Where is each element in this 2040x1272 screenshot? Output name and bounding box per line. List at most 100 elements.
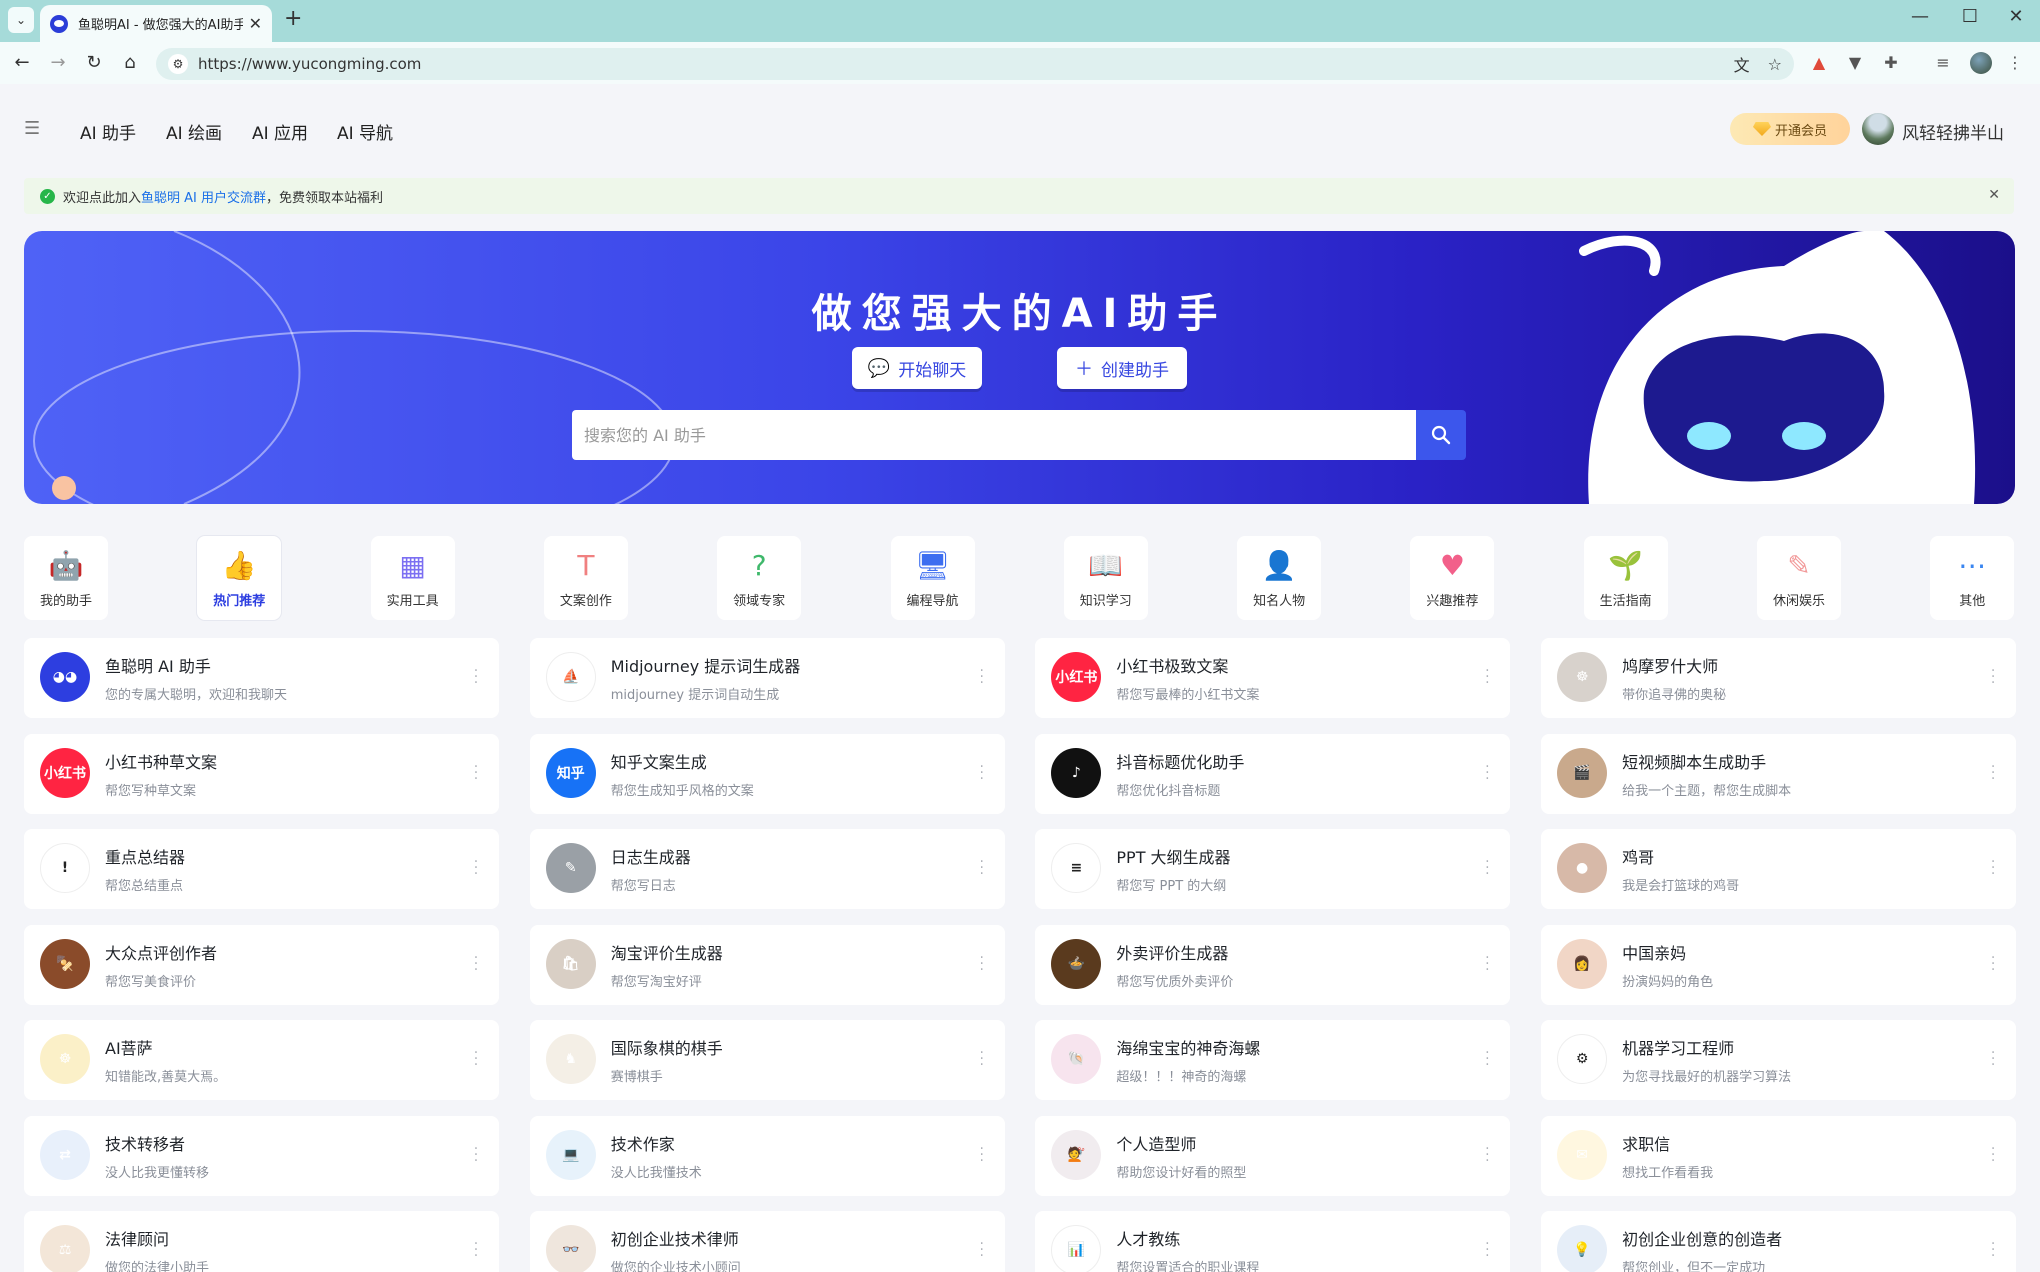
category-item[interactable]: 🌱 生活指南 — [1583, 536, 1668, 620]
more-options-icon[interactable]: · · · — [1484, 855, 1490, 881]
assistant-card[interactable]: ⛵ Midjourney 提示词生成器 midjourney 提示词自动生成 · · · — [529, 638, 1005, 718]
category-item[interactable]: ? 领域专家 — [717, 536, 802, 620]
back-icon[interactable]: ← — [10, 51, 34, 75]
more-options-icon[interactable]: · · · — [1990, 951, 1996, 977]
nav-ai-assistant[interactable]: AI 助手 — [80, 119, 136, 144]
window-close-icon[interactable]: ✕ — [1996, 6, 2036, 27]
assistant-card[interactable]: 💇 个人造型师 帮助您设计好看的照型 · · · — [1035, 1115, 1511, 1196]
category-item[interactable]: 👍 热门推荐 — [197, 536, 282, 620]
more-options-icon[interactable]: · · · — [1990, 1142, 1996, 1168]
more-options-icon[interactable]: · · · — [473, 1046, 479, 1072]
more-options-icon[interactable]: · · · — [1990, 1046, 1996, 1072]
minimize-icon[interactable]: — — [1900, 6, 1940, 27]
vip-button[interactable]: 开通会员 — [1730, 113, 1850, 145]
assistant-card[interactable]: 💻 技术作家 没人比我懂技术 · · · — [529, 1115, 1005, 1196]
more-options-icon[interactable]: · · · — [979, 1046, 985, 1072]
assistant-card[interactable]: ✉ 求职信 想找工作看看我 · · · — [1541, 1115, 2017, 1196]
start-chat-button[interactable]: 💬 开始聊天 — [852, 347, 982, 389]
more-options-icon[interactable]: · · · — [1990, 760, 1996, 786]
category-item[interactable]: 🖥 编程导航 — [890, 536, 975, 620]
more-options-icon[interactable]: · · · — [1484, 951, 1490, 977]
more-options-icon[interactable]: · · · — [1484, 1046, 1490, 1072]
tab-search-menu-icon[interactable]: ⌄ — [8, 7, 34, 33]
address-bar[interactable]: ⚙ https://www.yucongming.com 文 ☆ — [156, 48, 1794, 80]
assistant-card[interactable]: 🛍 淘宝评价生成器 帮您写淘宝好评 · · · — [529, 924, 1005, 1005]
assistant-card[interactable]: ☸ AI菩萨 知错能改,善莫大焉。 · · · — [24, 1020, 499, 1100]
tab-close-icon[interactable]: ✕ — [249, 14, 262, 33]
more-options-icon[interactable]: · · · — [473, 951, 479, 977]
extensions-puzzle-icon[interactable]: ✚ — [1880, 53, 1902, 72]
assistant-card[interactable]: 小红书 小红书极致文案 帮您写最棒的小红书文案 · · · — [1035, 638, 1511, 718]
more-options-icon[interactable]: · · · — [979, 855, 985, 881]
more-options-icon[interactable]: · · · — [473, 1142, 479, 1168]
reading-list-icon[interactable]: ≡ — [1932, 53, 1954, 72]
reload-icon[interactable]: ↻ — [82, 51, 106, 75]
browser-tab[interactable]: 鱼聪明AI - 做您强大的AI助手 ✕ — [40, 5, 272, 42]
more-options-icon[interactable]: · · · — [979, 664, 985, 690]
more-options-icon[interactable]: · · · — [473, 664, 479, 690]
more-options-icon[interactable]: · · · — [1484, 1142, 1490, 1168]
category-item[interactable]: 📖 知识学习 — [1063, 536, 1148, 620]
more-options-icon[interactable]: · · · — [979, 1142, 985, 1168]
category-item[interactable]: 👤 知名人物 — [1237, 536, 1322, 620]
category-item[interactable]: ▦ 实用工具 — [370, 536, 455, 620]
assistant-card[interactable]: ⚖ 法律顾问 做您的法律小助手 · · · — [24, 1211, 499, 1272]
assistant-card[interactable]: 👩 中国亲妈 扮演妈妈的角色 · · · — [1541, 924, 2017, 1005]
more-options-icon[interactable]: · · · — [473, 855, 479, 881]
notice-group-link[interactable]: 鱼聪明 AI 用户交流群 — [141, 187, 266, 206]
more-options-icon[interactable]: · · · — [1484, 760, 1490, 786]
user-avatar[interactable] — [1862, 113, 1894, 145]
more-options-icon[interactable]: · · · — [473, 760, 479, 786]
bookmark-star-icon[interactable]: ☆ — [1768, 55, 1782, 74]
url-text[interactable]: https://www.yucongming.com — [198, 55, 1716, 73]
more-options-icon[interactable]: · · · — [979, 760, 985, 786]
more-options-icon[interactable]: · · · — [979, 951, 985, 977]
maximize-icon[interactable]: ☐ — [1950, 6, 1990, 27]
assistant-card[interactable]: 小红书 小红书种草文案 帮您写种草文案 · · · — [24, 733, 499, 814]
assistant-card[interactable]: ⚙ 机器学习工程师 为您寻找最好的机器学习算法 · · · — [1541, 1020, 2017, 1100]
category-item[interactable]: ✎ 休闲娱乐 — [1757, 536, 1841, 620]
assistant-card[interactable]: ♞ 国际象棋的棋手 赛博棋手 · · · — [529, 1020, 1005, 1100]
category-item[interactable]: 🤖 我的助手 — [24, 536, 108, 620]
browser-menu-icon[interactable]: ⋮ — [2004, 53, 2026, 72]
assistant-card[interactable]: ● 鸡哥 我是会打篮球的鸡哥 · · · — [1541, 829, 2017, 909]
more-options-icon[interactable]: · · · — [1484, 664, 1490, 690]
home-icon[interactable]: ⌂ — [118, 51, 142, 75]
assistant-card[interactable]: 💡 初创企业创意的创造者 帮您创业，但不一定成功 · · · — [1541, 1211, 2017, 1272]
new-tab-icon[interactable]: + — [284, 6, 302, 31]
assistant-card[interactable]: 👓 初创企业技术律师 做您的企业技术小顾问 · · · — [529, 1211, 1005, 1272]
more-options-icon[interactable]: · · · — [979, 1237, 985, 1263]
close-icon[interactable]: ✕ — [1988, 187, 2000, 203]
assistant-card[interactable]: 📊 人才教练 帮您设置适合的职业课程 · · · — [1035, 1211, 1511, 1272]
assistant-search-input[interactable] — [572, 410, 1416, 460]
more-options-icon[interactable]: · · · — [473, 1237, 479, 1263]
assistant-card[interactable]: 🐚 海绵宝宝的神奇海螺 超级！！！神奇的海螺 · · · — [1035, 1020, 1511, 1100]
search-button[interactable] — [1416, 410, 1466, 460]
browser-profile-avatar[interactable] — [1970, 52, 1992, 74]
site-info-icon[interactable]: ⚙ — [168, 54, 188, 74]
user-name[interactable]: 风轻轻拂半山 — [1902, 119, 2004, 144]
more-options-icon[interactable]: · · · — [1990, 1237, 1996, 1263]
extension-icon[interactable]: ▼ — [1844, 53, 1866, 72]
assistant-card[interactable]: 🍲 外卖评价生成器 帮您写优质外卖评价 · · · — [1035, 924, 1511, 1005]
more-options-icon[interactable]: · · · — [1990, 855, 1996, 881]
assistant-card[interactable]: ☸ 鸠摩罗什大师 带你追寻佛的奥秘 · · · — [1541, 638, 2017, 718]
menu-collapse-icon[interactable]: ☰ — [24, 118, 40, 139]
forward-icon[interactable]: → — [46, 51, 70, 75]
assistant-card[interactable]: 🎬 短视频脚本生成助手 给我一个主题，帮您生成脚本 · · · — [1541, 733, 2017, 814]
assistant-card[interactable]: ⇄ 技术转移者 没人比我更懂转移 · · · — [24, 1115, 499, 1196]
category-item[interactable]: ⋯ 其他 — [1930, 536, 2015, 620]
nav-ai-apps[interactable]: AI 应用 — [252, 119, 308, 144]
translate-icon[interactable]: 文 — [1734, 52, 1750, 76]
assistant-card[interactable]: ◕◕ 鱼聪明 AI 助手 您的专属大聪明，欢迎和我聊天 · · · — [24, 638, 499, 718]
nav-ai-drawing[interactable]: AI 绘画 — [166, 119, 222, 144]
category-item[interactable]: ♥ 兴趣推荐 — [1410, 536, 1495, 620]
assistant-card[interactable]: ≡ PPT 大纲生成器 帮您写 PPT 的大纲 · · · — [1035, 829, 1511, 909]
assistant-card[interactable]: ♪ 抖音标题优化助手 帮您优化抖音标题 · · · — [1035, 733, 1511, 814]
nav-ai-navigation[interactable]: AI 导航 — [337, 119, 393, 144]
more-options-icon[interactable]: · · · — [1484, 1237, 1490, 1263]
assistant-card[interactable]: ✎ 日志生成器 帮您写日志 · · · — [529, 829, 1005, 909]
create-assistant-button[interactable]: ＋ 创建助手 — [1057, 347, 1187, 389]
assistant-card[interactable]: 🍢 大众点评创作者 帮您写美食评价 · · · — [24, 924, 499, 1005]
category-item[interactable]: T 文案创作 — [543, 536, 628, 620]
